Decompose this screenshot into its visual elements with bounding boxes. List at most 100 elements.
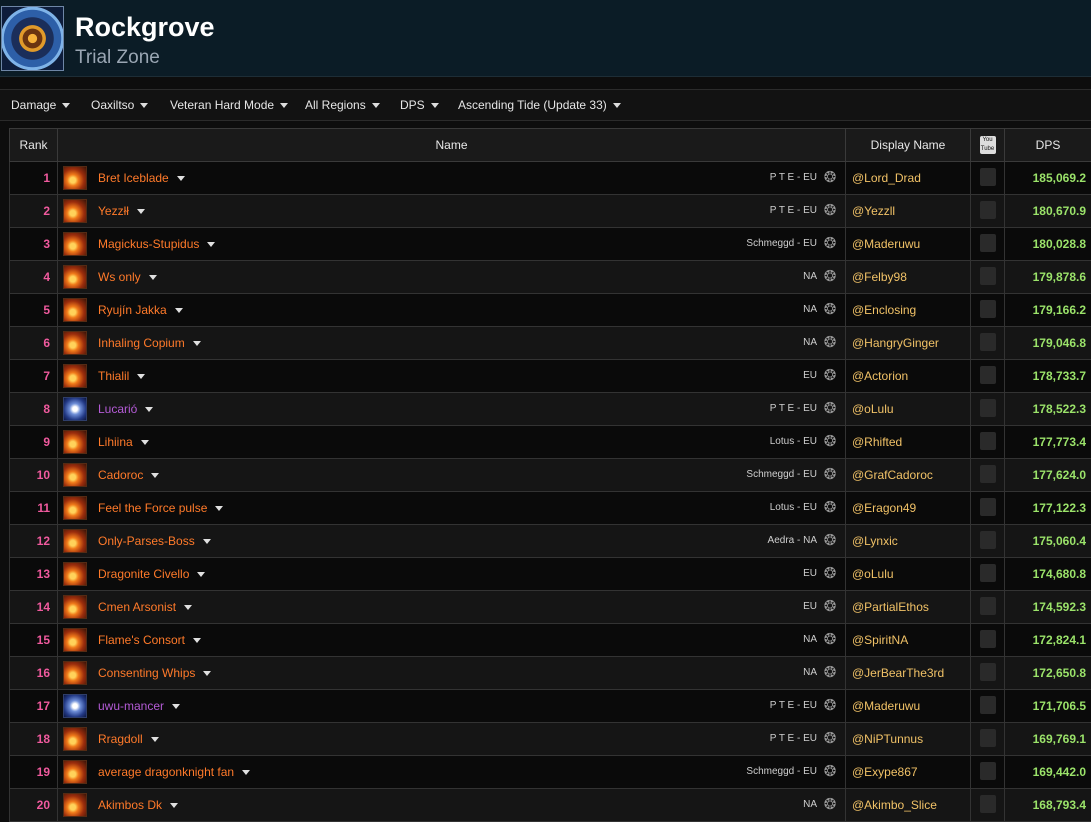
table-row[interactable]: 11Feel the Force pulseLotus - EU❂@Eragon… <box>10 492 1091 525</box>
youtube-icon[interactable] <box>980 333 996 351</box>
player-name-link[interactable]: Lihiina <box>98 426 149 458</box>
chevron-down-icon[interactable] <box>177 176 185 181</box>
youtube-icon[interactable] <box>980 696 996 714</box>
display-name-cell[interactable]: @Lord_Drad <box>846 162 971 195</box>
display-name-cell[interactable]: @Exype867 <box>846 756 971 789</box>
table-row[interactable]: 3Magickus-StupidusSchmeggd - EU❂@Maderuw… <box>10 228 1091 261</box>
display-name-cell[interactable]: @Rhifted <box>846 426 971 459</box>
player-name-link[interactable]: uwu-mancer <box>98 690 180 722</box>
youtube-icon[interactable] <box>980 795 996 813</box>
table-row[interactable]: 9LihiinaLotus - EU❂@Rhifted177,773.4 <box>10 426 1091 459</box>
player-name-link[interactable]: Consenting Whips <box>98 657 211 689</box>
table-row[interactable]: 15Flame's ConsortNA❂@SpiritNA172,824.1 <box>10 624 1091 657</box>
guild-emblem-icon[interactable]: ❂ <box>822 170 838 186</box>
column-header-display-name[interactable]: Display Name <box>846 129 971 162</box>
guild-emblem-icon[interactable]: ❂ <box>822 797 838 813</box>
youtube-icon[interactable] <box>980 168 996 186</box>
display-name-cell[interactable]: @JerBearThe3rd <box>846 657 971 690</box>
player-name-link[interactable]: Thialil <box>98 360 145 392</box>
chevron-down-icon[interactable] <box>193 638 201 643</box>
table-row[interactable]: 8LucarióP T E - EU❂@oLulu178,522.3 <box>10 393 1091 426</box>
chevron-down-icon[interactable] <box>151 737 159 742</box>
table-row[interactable]: 5Ryujín JakkaNA❂@Enclosing179,166.2 <box>10 294 1091 327</box>
youtube-icon[interactable] <box>980 465 996 483</box>
player-name-link[interactable]: Magickus-Stupidus <box>98 228 215 260</box>
guild-emblem-icon[interactable]: ❂ <box>822 599 838 615</box>
youtube-icon[interactable] <box>980 762 996 780</box>
chevron-down-icon[interactable] <box>203 539 211 544</box>
filter-metric-dropdown[interactable]: Damage <box>11 90 70 120</box>
filter-difficulty-dropdown[interactable]: Veteran Hard Mode <box>170 90 288 120</box>
player-name-link[interactable]: Akimbos Dk <box>98 789 178 821</box>
youtube-icon[interactable] <box>980 432 996 450</box>
chevron-down-icon[interactable] <box>207 242 215 247</box>
youtube-icon[interactable] <box>980 366 996 384</box>
guild-emblem-icon[interactable]: ❂ <box>822 467 838 483</box>
table-row[interactable]: 1Bret IcebladeP T E - EU❂@Lord_Drad185,0… <box>10 162 1091 195</box>
chevron-down-icon[interactable] <box>145 407 153 412</box>
table-row[interactable]: 2YezzłłP T E - EU❂@Yezzll180,670.9 <box>10 195 1091 228</box>
guild-emblem-icon[interactable]: ❂ <box>822 665 838 681</box>
table-row[interactable]: 7ThialilEU❂@Actorion178,733.7 <box>10 360 1091 393</box>
table-row[interactable]: 12Only-Parses-BossAedra - NA❂@Lynxic175,… <box>10 525 1091 558</box>
column-header-rank[interactable]: Rank <box>10 129 58 162</box>
display-name-cell[interactable]: @NiPTunnus <box>846 723 971 756</box>
guild-emblem-icon[interactable]: ❂ <box>822 434 838 450</box>
display-name-cell[interactable]: @Maderuwu <box>846 690 971 723</box>
guild-emblem-icon[interactable]: ❂ <box>822 632 838 648</box>
player-name-link[interactable]: Lucarió <box>98 393 153 425</box>
display-name-cell[interactable]: @Yezzll <box>846 195 971 228</box>
chevron-down-icon[interactable] <box>175 308 183 313</box>
chevron-down-icon[interactable] <box>141 440 149 445</box>
filter-boss-dropdown[interactable]: Oaxiltso <box>91 90 148 120</box>
display-name-cell[interactable]: @GrafCadoroc <box>846 459 971 492</box>
table-row[interactable]: 4Ws onlyNA❂@Felby98179,878.6 <box>10 261 1091 294</box>
column-header-dps[interactable]: DPS <box>1005 129 1091 162</box>
guild-emblem-icon[interactable]: ❂ <box>822 335 838 351</box>
chevron-down-icon[interactable] <box>137 209 145 214</box>
table-row[interactable]: 19average dragonknight fanSchmeggd - EU❂… <box>10 756 1091 789</box>
player-name-link[interactable]: Dragonite Civello <box>98 558 205 590</box>
column-header-name[interactable]: Name <box>58 129 846 162</box>
display-name-cell[interactable]: @oLulu <box>846 393 971 426</box>
player-name-link[interactable]: Only-Parses-Boss <box>98 525 211 557</box>
youtube-icon[interactable] <box>980 531 996 549</box>
display-name-cell[interactable]: @Maderuwu <box>846 228 971 261</box>
table-row[interactable]: 13Dragonite CivelloEU❂@oLulu174,680.8 <box>10 558 1091 591</box>
chevron-down-icon[interactable] <box>242 770 250 775</box>
player-name-link[interactable]: Bret Iceblade <box>98 162 185 194</box>
display-name-cell[interactable]: @Actorion <box>846 360 971 393</box>
chevron-down-icon[interactable] <box>184 605 192 610</box>
player-name-link[interactable]: Yezzłł <box>98 195 145 227</box>
display-name-cell[interactable]: @SpiritNA <box>846 624 971 657</box>
guild-emblem-icon[interactable]: ❂ <box>822 731 838 747</box>
display-name-cell[interactable]: @HangryGinger <box>846 327 971 360</box>
guild-emblem-icon[interactable]: ❂ <box>822 500 838 516</box>
display-name-cell[interactable]: @oLulu <box>846 558 971 591</box>
table-row[interactable]: 14Cmen ArsonistEU❂@PartialEthos174,592.3 <box>10 591 1091 624</box>
filter-role-dropdown[interactable]: DPS <box>400 90 439 120</box>
guild-emblem-icon[interactable]: ❂ <box>822 302 838 318</box>
chevron-down-icon[interactable] <box>137 374 145 379</box>
guild-emblem-icon[interactable]: ❂ <box>822 203 838 219</box>
display-name-cell[interactable]: @Enclosing <box>846 294 971 327</box>
youtube-icon[interactable] <box>980 300 996 318</box>
display-name-cell[interactable]: @Lynxic <box>846 525 971 558</box>
guild-emblem-icon[interactable]: ❂ <box>822 269 838 285</box>
youtube-icon[interactable] <box>980 630 996 648</box>
chevron-down-icon[interactable] <box>149 275 157 280</box>
youtube-icon[interactable] <box>980 597 996 615</box>
youtube-icon[interactable] <box>980 201 996 219</box>
player-name-link[interactable]: Cadoroc <box>98 459 159 491</box>
guild-emblem-icon[interactable]: ❂ <box>822 236 838 252</box>
chevron-down-icon[interactable] <box>215 506 223 511</box>
player-name-link[interactable]: Ryujín Jakka <box>98 294 183 326</box>
chevron-down-icon[interactable] <box>151 473 159 478</box>
player-name-link[interactable]: Cmen Arsonist <box>98 591 192 623</box>
guild-emblem-icon[interactable]: ❂ <box>822 533 838 549</box>
display-name-cell[interactable]: @Eragon49 <box>846 492 971 525</box>
chevron-down-icon[interactable] <box>203 671 211 676</box>
guild-emblem-icon[interactable]: ❂ <box>822 698 838 714</box>
filter-patch-dropdown[interactable]: Ascending Tide (Update 33) <box>458 90 621 120</box>
player-name-link[interactable]: average dragonknight fan <box>98 756 250 788</box>
